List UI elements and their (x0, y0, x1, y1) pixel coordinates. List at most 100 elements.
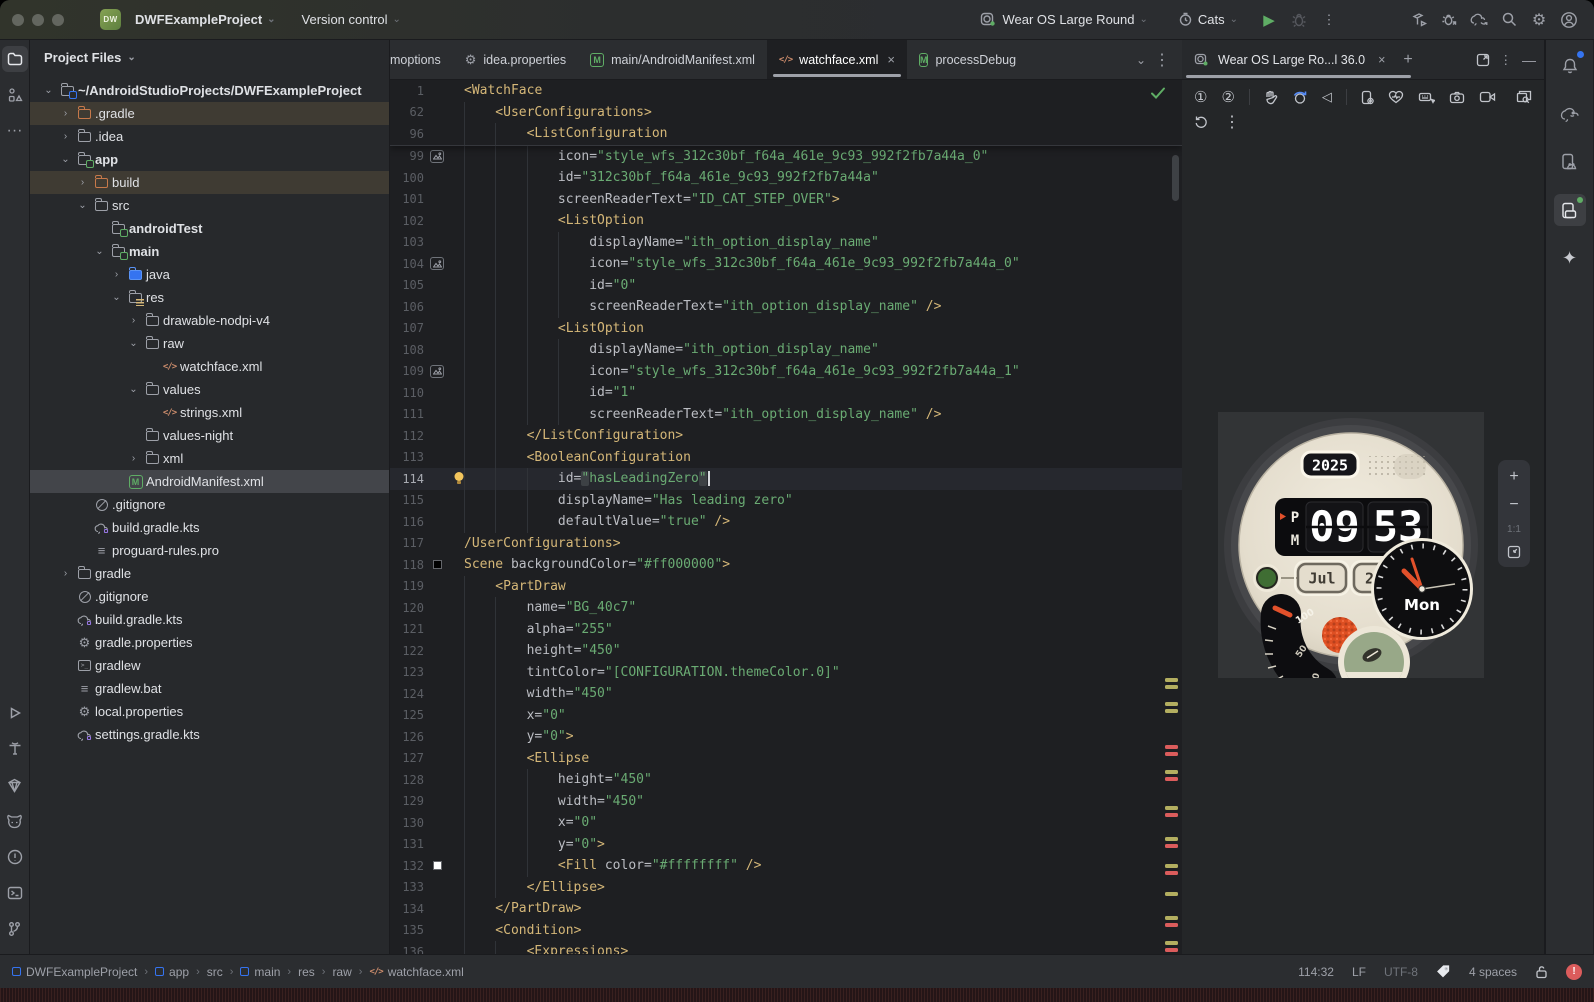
zoom-in-button[interactable]: + (1509, 468, 1518, 486)
zoom-reset-button[interactable]: 1:1 (1507, 524, 1521, 535)
chevron-down-icon[interactable]: ⌄ (108, 292, 125, 303)
warning-mark[interactable] (1165, 941, 1178, 945)
editor-tab-moptions[interactable]: moptions (390, 40, 453, 79)
code-line-119[interactable]: 119 <PartDraw (390, 575, 1182, 597)
code-line-126[interactable]: 126 y = "0" > (390, 726, 1182, 748)
screen-record-icon[interactable] (1479, 91, 1496, 103)
intention-bulb-icon[interactable] (453, 471, 465, 485)
code-line-134[interactable]: 134 </PartDraw> (390, 898, 1182, 920)
minimize-window-button[interactable] (32, 13, 44, 26)
chevron-right-icon[interactable]: › (57, 131, 74, 142)
close-device-tab-icon[interactable]: × (1378, 53, 1385, 67)
hide-panel-button[interactable]: — (1522, 52, 1536, 68)
chevron-down-icon[interactable]: ⌄ (40, 85, 57, 96)
code-line-105[interactable]: 105 id = "0" (390, 274, 1182, 296)
profiler-tool-button[interactable] (2, 772, 28, 798)
tree-item-build-gradle-kts[interactable]: build.gradle.kts (30, 516, 389, 539)
chevron-down-icon[interactable]: ⌄ (74, 200, 91, 211)
error-mark[interactable] (1165, 813, 1178, 817)
tree-item--androidstudioprojects-dwfexampleproject[interactable]: ⌄ ~/AndroidStudioProjects/DWFExampleProje… (30, 79, 389, 102)
tree-item-local-properties[interactable]: ⚙ local.properties (30, 700, 389, 723)
breadcrumb-res[interactable]: res (298, 965, 315, 979)
code-line-114[interactable]: 114 id = " hasLeadingZero " (390, 468, 1182, 490)
more-tool-windows-icon[interactable]: ··· (2, 118, 28, 144)
breadcrumb-raw[interactable]: raw (332, 965, 351, 979)
chevron-right-icon[interactable]: › (74, 177, 91, 188)
breadcrumb-watchface-xml[interactable]: </> watchface.xml (369, 965, 463, 979)
running-device-tab[interactable]: Wear OS Large Ro...l 36.0 × (1190, 53, 1389, 67)
profiler-icon[interactable] (1434, 6, 1464, 34)
code-line-104[interactable]: 104 icon = "style_wfs_312c30bf_f64a_461e_9c… (390, 253, 1182, 275)
search-icon[interactable] (1494, 6, 1524, 34)
code-line-122[interactable]: 122 height = "450" (390, 640, 1182, 662)
reset-view-icon[interactable] (1194, 115, 1208, 129)
tree-item-gradle-properties[interactable]: ⚙ gradle.properties (30, 631, 389, 654)
gradle-sync-icon[interactable] (1464, 6, 1494, 34)
tree-item-androidtest[interactable]: androidTest (30, 217, 389, 240)
build-hammer-icon[interactable] (1404, 6, 1434, 34)
code-line-109[interactable]: 109 icon = "style_wfs_312c30bf_f64a_461e_9c… (390, 360, 1182, 382)
version-control-branch-icon[interactable] (2, 916, 28, 942)
zoom-fit-icon[interactable] (1507, 545, 1521, 559)
code-line-106[interactable]: 106 screenReaderText = "ith_option_display_… (390, 296, 1182, 318)
warning-mark[interactable] (1165, 702, 1178, 706)
rotate-device-icon[interactable] (1292, 90, 1308, 105)
input-keyboard-icon[interactable] (1418, 91, 1435, 104)
unlock-icon[interactable] (1535, 965, 1548, 979)
error-mark[interactable] (1165, 871, 1178, 875)
health-services-icon[interactable] (1388, 90, 1404, 104)
error-mark[interactable] (1165, 777, 1178, 781)
code-line-130[interactable]: 130 x = "0" (390, 812, 1182, 834)
code-line-135[interactable]: 135 <Condition> (390, 919, 1182, 941)
code-line-133[interactable]: 133 </Ellipse> (390, 876, 1182, 898)
tree-item-values-night[interactable]: values-night (30, 424, 389, 447)
tree-item-strings-xml[interactable]: </> strings.xml (30, 401, 389, 424)
run-config-selector[interactable]: Cats ⌄ (1172, 8, 1244, 31)
vcs-menu-button[interactable]: Version control ⌄ (296, 8, 407, 31)
code-line-101[interactable]: 101 screenReaderText = "ID_CAT_STEP_OVER" > (390, 188, 1182, 210)
back-button-icon[interactable]: ◁ (1322, 89, 1332, 105)
code-line-112[interactable]: 112 </ListConfiguration> (390, 425, 1182, 447)
build-tool-button[interactable] (2, 736, 28, 762)
gradle-tool-icon[interactable] (1554, 98, 1586, 130)
chevron-right-icon[interactable]: › (57, 568, 74, 579)
code-line-107[interactable]: 107 <ListOption (390, 317, 1182, 339)
editor-tab-processdebug[interactable]: MprocessDebug (907, 40, 1025, 79)
tree-item--gitignore[interactable]: .gitignore (30, 585, 389, 608)
warning-mark[interactable] (1165, 837, 1178, 841)
encoding[interactable]: UTF-8 (1384, 965, 1418, 979)
run-tool-button[interactable] (2, 700, 28, 726)
tree-item-values[interactable]: ⌄ values (30, 378, 389, 401)
screenshot-inspect-icon[interactable] (1516, 90, 1532, 104)
breadcrumb-app[interactable]: app (155, 965, 189, 979)
running-devices-tool-icon[interactable] (1553, 194, 1586, 226)
tree-item-build[interactable]: › build (30, 171, 389, 194)
code-line-136[interactable]: 136 <Expressions> (390, 941, 1182, 954)
tag-icon[interactable] (1436, 964, 1451, 979)
breadcrumb-src[interactable]: src (207, 965, 223, 979)
code-line-131[interactable]: 131 y = "0" > (390, 833, 1182, 855)
code-line-127[interactable]: 127 <Ellipse (390, 747, 1182, 769)
code-line-96[interactable]: 96 <ListConfiguration (390, 123, 1182, 145)
project-tool-button[interactable] (1, 46, 28, 72)
warning-mark[interactable] (1165, 685, 1178, 689)
tree-item-proguard-rules-pro[interactable]: ≡ proguard-rules.pro (30, 539, 389, 562)
editor-tab-idea-properties[interactable]: ⚙ idea.properties (453, 40, 578, 79)
warning-mark[interactable] (1165, 864, 1178, 868)
device-manager-icon[interactable] (1554, 146, 1586, 178)
code-line-117[interactable]: 117/UserConfigurations> (390, 533, 1182, 555)
device-settings-icon[interactable] (1361, 90, 1374, 105)
code-line-118[interactable]: 118 Scene backgroundColor = "#ff000000" > (390, 554, 1182, 576)
chevron-down-icon[interactable]: ⌄ (91, 246, 108, 257)
warning-mark[interactable] (1165, 806, 1178, 810)
error-mark[interactable] (1165, 745, 1178, 749)
warning-mark[interactable] (1165, 709, 1178, 713)
error-stripe[interactable] (1165, 80, 1180, 954)
code-line-120[interactable]: 120 name = "BG_40c7" (390, 597, 1182, 619)
notifications-bell-icon[interactable] (1554, 50, 1586, 82)
open-in-window-icon[interactable] (1476, 53, 1490, 67)
code-editor[interactable]: 1 <WatchFace 62 <UserConfigurations> 96 <List… (390, 80, 1182, 954)
profile-avatar-icon[interactable] (1554, 6, 1584, 34)
error-mark[interactable] (1165, 844, 1178, 848)
line-ending[interactable]: LF (1352, 965, 1366, 979)
